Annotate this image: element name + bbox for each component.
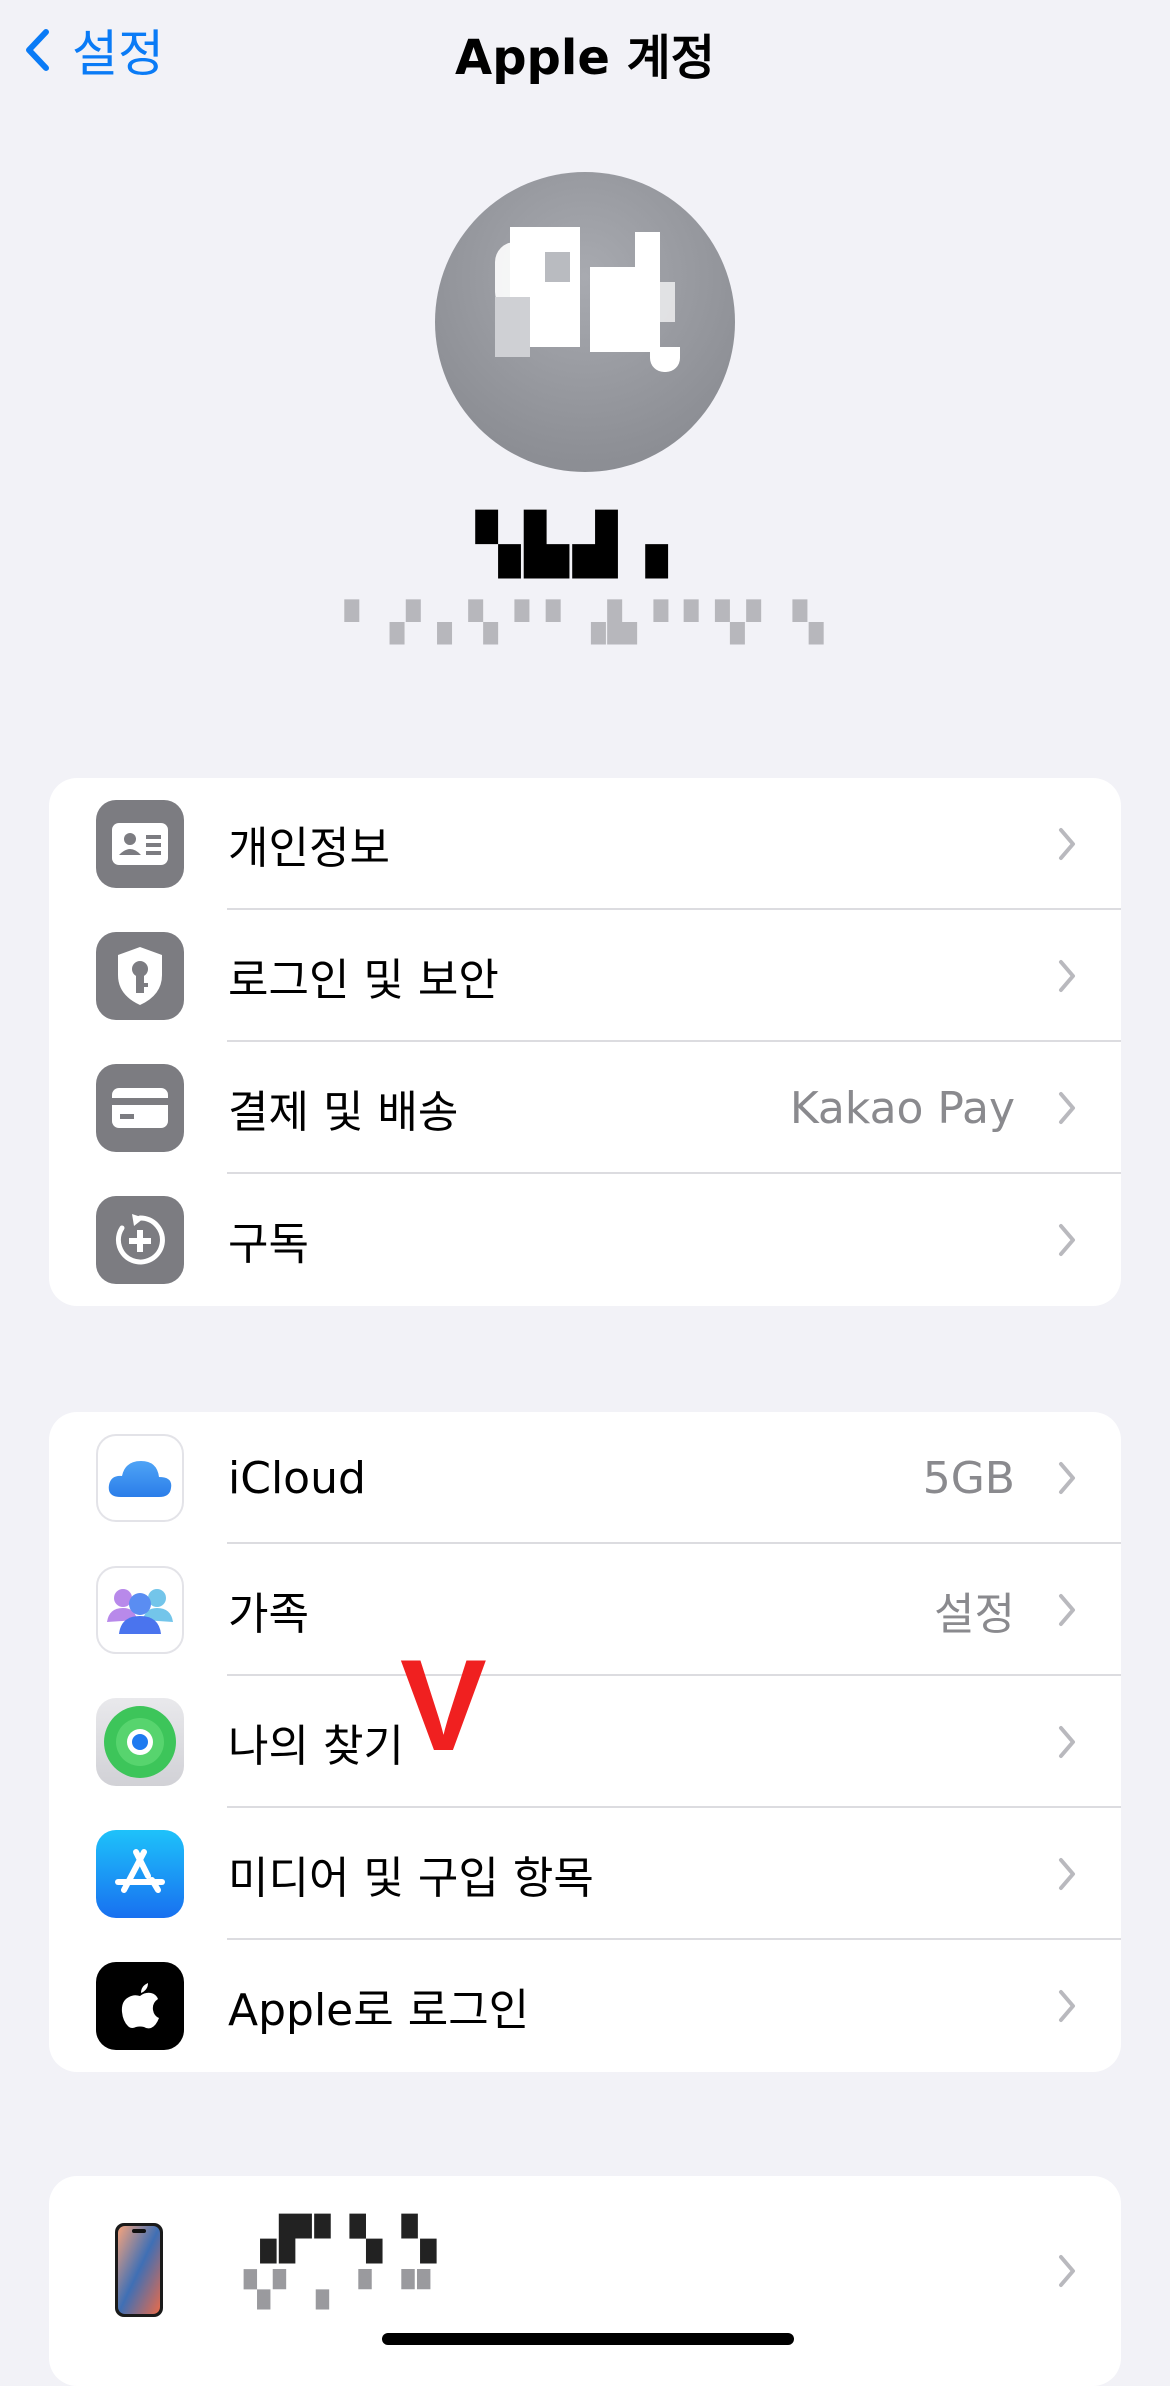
row-sign-in-with-apple[interactable]: Apple로 로그인 <box>49 1940 1121 2072</box>
chevron-right-icon <box>1059 828 1075 860</box>
account-settings-group: 개인정보 로그인 및 보안 결제 및 배송 Kakao Pay 구독 <box>49 778 1121 1306</box>
row-label: iCloud <box>228 1452 366 1504</box>
devices-group <box>49 2176 1121 2386</box>
row-label: 로그인 및 보안 <box>228 955 499 1006</box>
row-label: 나의 찾기 <box>228 1721 404 1772</box>
shield-key-icon <box>96 932 184 1020</box>
chevron-right-icon <box>1059 1726 1075 1758</box>
row-find-my[interactable]: 나의 찾기 <box>49 1676 1121 1808</box>
row-value: 5GB <box>922 1452 1015 1504</box>
app-store-icon <box>96 1830 184 1918</box>
chevron-right-icon <box>1059 1594 1075 1626</box>
row-family[interactable]: 가족 설정 <box>49 1544 1121 1676</box>
family-icon <box>96 1566 184 1654</box>
row-value: Kakao Pay <box>789 1082 1015 1134</box>
find-my-icon <box>96 1698 184 1786</box>
row-label: 구독 <box>228 1219 309 1270</box>
chevron-right-icon <box>1059 1224 1075 1256</box>
row-icloud[interactable]: iCloud 5GB <box>49 1412 1121 1544</box>
row-label: Apple로 로그인 <box>228 1985 530 2036</box>
chevron-right-icon <box>1059 1990 1075 2022</box>
row-subscriptions[interactable]: 구독 <box>49 1174 1121 1306</box>
device-subtitle: ▚▘ ▖▝ ▝▘ <box>244 2270 447 2310</box>
page-title: Apple 계정 <box>455 30 715 86</box>
row-value: 설정 <box>934 1589 1015 1640</box>
iphone-icon <box>114 2222 164 2318</box>
row-media-purchases[interactable]: 미디어 및 구입 항목 <box>49 1808 1121 1940</box>
annotation-mark: V <box>400 1632 487 1778</box>
subscription-icon <box>96 1196 184 1284</box>
chevron-right-icon <box>1059 960 1075 992</box>
profile-name: ▚▙▟ ▖ <box>475 510 695 578</box>
chevron-right-icon <box>1059 1462 1075 1494</box>
device-name: ▗▛▘▚▝▖ <box>244 2214 456 2263</box>
chevron-right-icon <box>1059 2255 1075 2287</box>
chevron-right-icon <box>1059 1092 1075 1124</box>
chevron-right-icon <box>1059 1858 1075 1890</box>
row-label: 개인정보 <box>228 823 390 874</box>
icloud-icon <box>96 1434 184 1522</box>
avatar[interactable] <box>435 172 735 472</box>
row-sign-in-security[interactable]: 로그인 및 보안 <box>49 910 1121 1042</box>
credit-card-icon <box>96 1064 184 1152</box>
row-payment-shipping[interactable]: 결제 및 배송 Kakao Pay <box>49 1042 1121 1174</box>
navigation-bar: 설정 Apple 계정 <box>0 0 1170 96</box>
apple-logo-icon <box>96 1962 184 2050</box>
row-label: 가족 <box>228 1589 309 1640</box>
row-label: 결제 및 배송 <box>228 1087 459 1138</box>
services-group: iCloud 5GB 가족 설정 나의 찾기 미디어 및 구입 항목 Apple… <box>49 1412 1121 2072</box>
row-personal-info[interactable]: 개인정보 <box>49 778 1121 910</box>
profile-email: ▝ ▗▘▖▚▝▝ ▗▙▝ ▘▚▘▝▖ <box>329 600 841 644</box>
home-indicator[interactable] <box>382 2333 794 2345</box>
id-card-icon <box>96 800 184 888</box>
row-label: 미디어 및 구입 항목 <box>228 1853 594 1904</box>
